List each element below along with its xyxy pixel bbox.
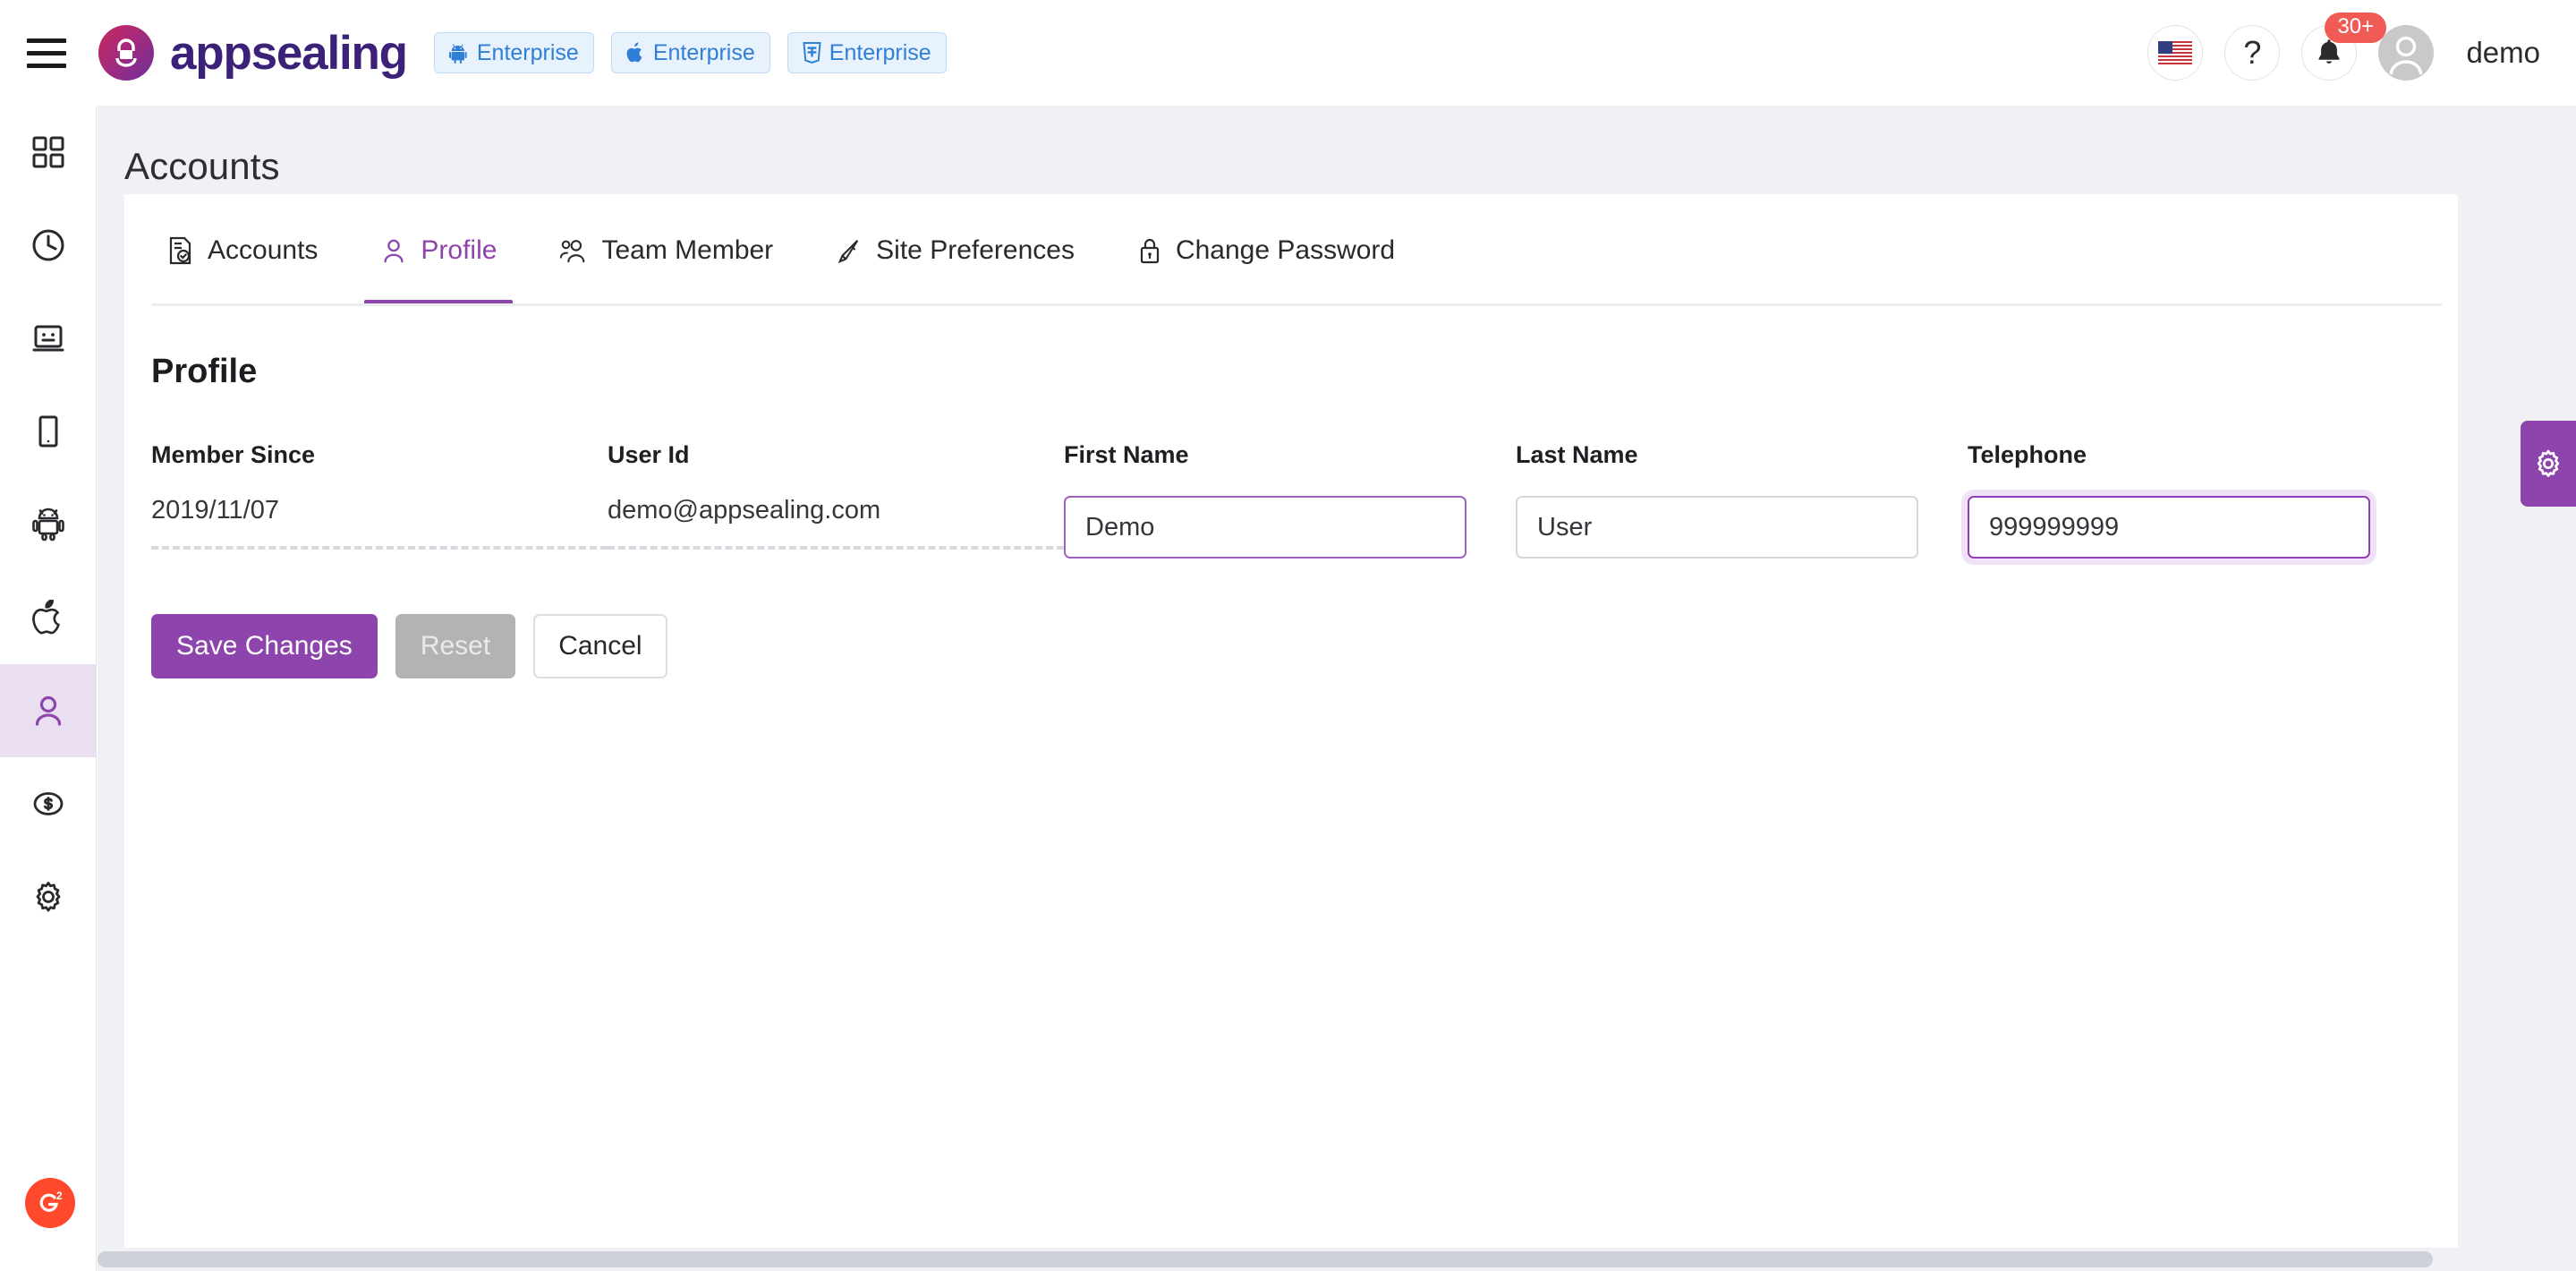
android-robot-icon (32, 508, 64, 542)
profile-fields-row: Member Since 2019/11/07 User Id demo@app… (151, 441, 2458, 559)
hamburger-menu-icon[interactable] (27, 35, 70, 71)
language-selector-button[interactable] (2147, 25, 2204, 81)
sidebar-item-history[interactable] (0, 199, 97, 292)
mobile-device-icon (38, 415, 58, 448)
field-member-since: Member Since 2019/11/07 (151, 441, 608, 550)
badge-label: Enterprise (476, 39, 579, 65)
badge-android-enterprise[interactable]: Enterprise (433, 32, 594, 73)
g2-review-badge[interactable]: 2 (25, 1178, 75, 1228)
us-flag-icon (2158, 41, 2193, 64)
tab-label: Accounts (208, 235, 319, 265)
sidebar-item-monitor[interactable] (0, 292, 97, 385)
badge-html5-enterprise[interactable]: Enterprise (786, 32, 947, 73)
tab-profile[interactable]: Profile (364, 194, 514, 306)
field-label: Last Name (1516, 441, 1638, 468)
license-badges: Enterprise Enterprise Enterprise (433, 32, 947, 73)
horizontal-scrollbar[interactable] (98, 1248, 2576, 1271)
user-icon (384, 239, 404, 262)
tab-accounts[interactable]: Accounts (151, 194, 334, 306)
sidebar-item-settings[interactable] (0, 850, 97, 943)
save-changes-button[interactable]: Save Changes (151, 614, 378, 678)
top-header-bar: appsealing Enterprise Enterprise Enterpr… (0, 0, 2576, 106)
tab-label: Change Password (1175, 235, 1396, 265)
apple-icon (32, 600, 60, 635)
notification-count-badge: 30+ (2325, 13, 2387, 44)
tab-label: Profile (421, 235, 497, 265)
notifications-wrapper: 30+ (2301, 13, 2387, 81)
field-telephone: Telephone (1968, 441, 2419, 559)
field-user-id: User Id demo@appsealing.com (608, 441, 1064, 550)
brand-logo[interactable]: appsealing (98, 25, 408, 81)
left-sidebar: 2 (0, 106, 97, 1271)
user-avatar-icon (2390, 36, 2423, 75)
clock-history-icon (32, 229, 64, 261)
g2-review-badge-icon: 2 (39, 1190, 63, 1212)
help-button[interactable]: ? (2224, 25, 2281, 81)
field-label: First Name (1064, 441, 1189, 468)
badge-label: Enterprise (829, 39, 931, 65)
form-action-buttons: Save Changes Reset Cancel (151, 614, 2458, 678)
main-content: Accounts Accounts Profile Team Member Si… (98, 106, 2576, 1271)
header-actions: ? 30+ demo (2147, 13, 2540, 81)
dashboard-grid-icon (32, 136, 64, 168)
section-title: Profile (151, 353, 258, 390)
user-id-value: demo@appsealing.com (608, 496, 1064, 550)
horizontal-scrollbar-thumb[interactable] (98, 1251, 2433, 1267)
reset-button: Reset (395, 614, 516, 678)
user-profile-icon (35, 695, 62, 726)
team-members-icon (560, 239, 585, 262)
tab-site-preferences[interactable]: Site Preferences (820, 194, 1091, 306)
app-root: appsealing Enterprise Enterprise Enterpr… (0, 0, 2576, 1271)
username-label[interactable]: demo (2466, 36, 2540, 70)
tab-label: Team Member (601, 235, 774, 265)
tab-change-password[interactable]: Change Password (1121, 194, 1411, 306)
question-mark-icon: ? (2243, 34, 2262, 71)
last-name-input[interactable] (1516, 496, 1918, 559)
telephone-input[interactable] (1968, 496, 2370, 559)
tab-label: Site Preferences (876, 235, 1075, 265)
lock-icon (1140, 238, 1160, 263)
tab-team-member[interactable]: Team Member (543, 194, 789, 306)
gear-settings-icon (36, 882, 61, 912)
field-last-name: Last Name (1516, 441, 1968, 559)
field-label: Member Since (151, 441, 316, 468)
sidebar-item-dashboard[interactable] (0, 106, 97, 199)
sidebar-item-billing[interactable] (0, 757, 97, 850)
brand-name: appsealing (170, 26, 408, 80)
monitor-face-icon (32, 325, 64, 352)
settings-gear-icon (2537, 449, 2560, 477)
sidebar-item-profile[interactable] (0, 664, 97, 757)
badge-apple-enterprise[interactable]: Enterprise (610, 32, 770, 73)
member-since-value: 2019/11/07 (151, 496, 608, 550)
cancel-button[interactable]: Cancel (533, 614, 667, 678)
sidebar-item-android[interactable] (0, 478, 97, 571)
android-icon (448, 44, 467, 64)
field-label: User Id (608, 441, 690, 468)
first-name-input[interactable] (1064, 496, 1467, 559)
page-title: Accounts (124, 145, 280, 187)
accounts-card: Accounts Profile Team Member Site Prefer… (124, 194, 2458, 1250)
field-first-name: First Name (1064, 441, 1516, 559)
floating-settings-button[interactable] (2521, 421, 2576, 507)
svg-text:2: 2 (56, 1190, 63, 1202)
field-label: Telephone (1968, 441, 2087, 468)
appsealing-shield-lock-logo (98, 25, 154, 81)
dollar-coin-icon (33, 792, 64, 815)
pen-tool-icon (837, 239, 859, 263)
avatar[interactable] (2378, 25, 2435, 81)
html5-icon (803, 42, 821, 64)
sidebar-item-mobile[interactable] (0, 385, 97, 478)
tab-bar: Accounts Profile Team Member Site Prefer… (124, 194, 2458, 306)
sidebar-item-ios[interactable] (0, 571, 97, 664)
tab-bar-divider (151, 303, 2442, 306)
document-check-icon (169, 236, 191, 264)
badge-label: Enterprise (652, 39, 755, 65)
apple-icon (626, 42, 642, 63)
